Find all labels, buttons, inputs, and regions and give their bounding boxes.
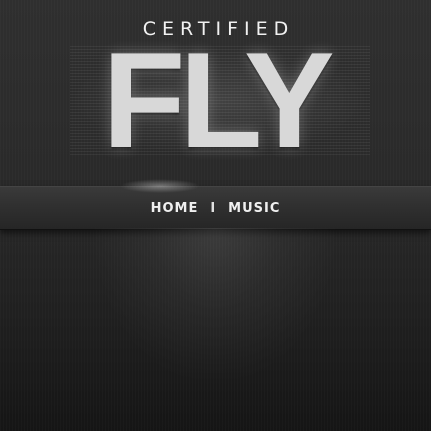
site-logo[interactable]: FLY xyxy=(0,24,431,176)
nav-separator: I xyxy=(210,200,217,216)
nav-items: HOME I MUSIC xyxy=(0,187,431,229)
page: CERTIFIED FLY HOME I MUSIC xyxy=(0,0,431,431)
site-header: CERTIFIED FLY xyxy=(0,0,431,186)
nav-link-music[interactable]: MUSIC xyxy=(228,201,280,216)
nav-bar: HOME I MUSIC xyxy=(0,179,431,230)
spotlight-effect xyxy=(90,228,340,388)
logo-text: FLY xyxy=(102,24,334,176)
nav-link-home[interactable]: HOME xyxy=(151,201,199,216)
